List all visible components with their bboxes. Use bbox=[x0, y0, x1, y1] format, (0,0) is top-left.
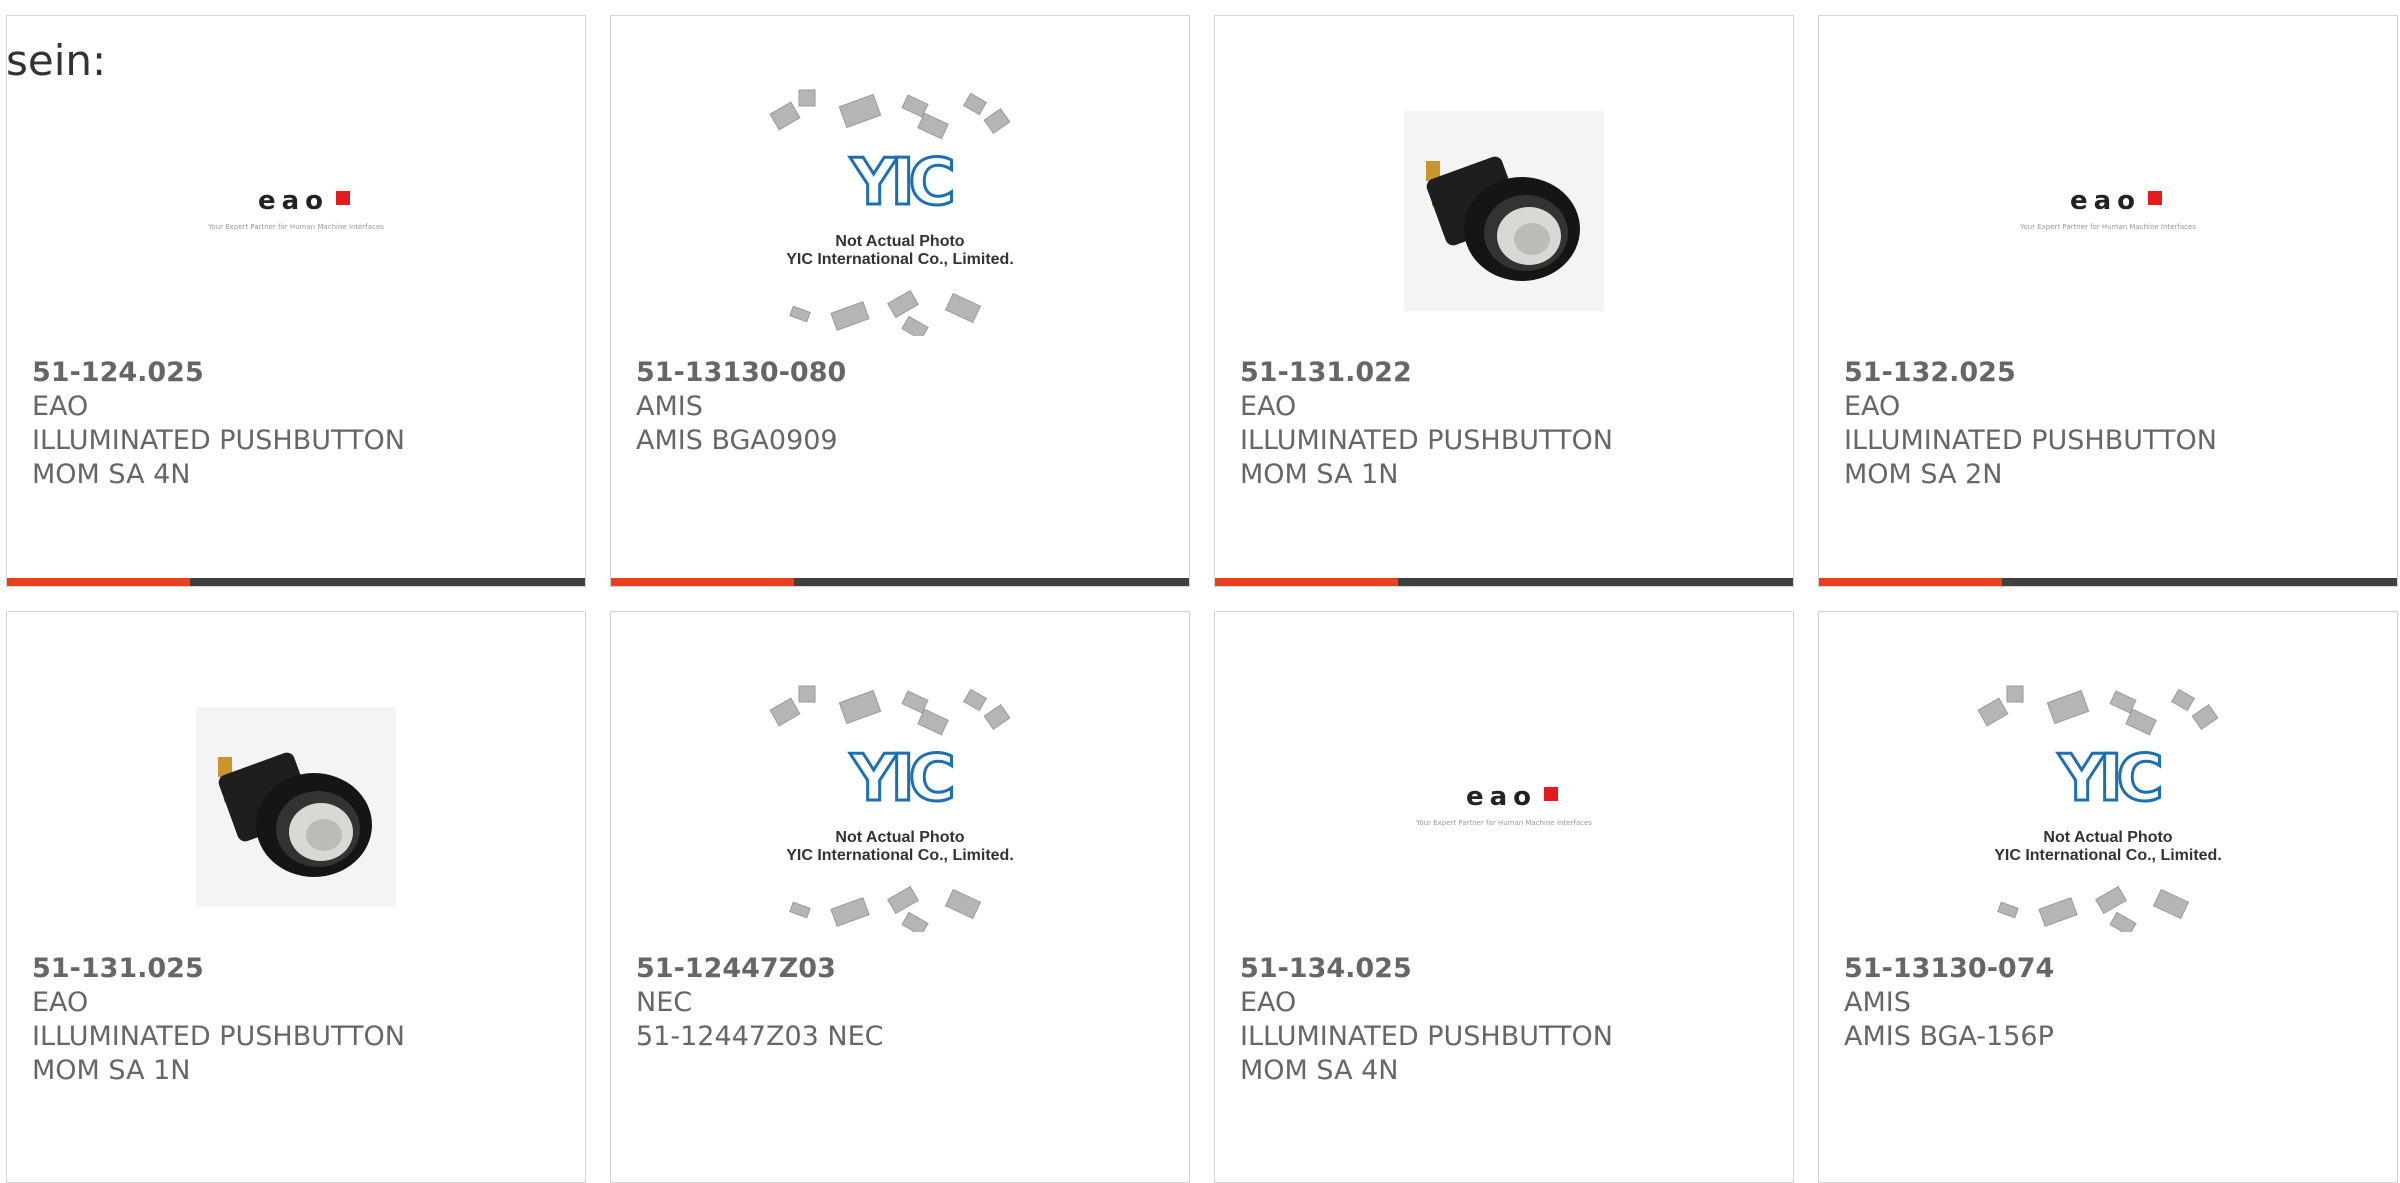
product-image[interactable]: YIC Not Actual Photo YIC International C… bbox=[1819, 672, 2397, 942]
card-bottom-bar bbox=[7, 578, 585, 586]
eao-logo-icon: eao Your Expert Partner for Human Machin… bbox=[1415, 782, 1592, 827]
product-image[interactable] bbox=[7, 672, 585, 942]
product-card[interactable]: eao Your Expert Partner for Human Machin… bbox=[6, 15, 586, 587]
svg-text:Not Actual Photo: Not Actual Photo bbox=[835, 829, 964, 846]
svg-text:Your Expert Partner for Human: Your Expert Partner for Human Machine In… bbox=[1415, 819, 1592, 827]
part-number[interactable]: 51-13130-080 bbox=[636, 356, 846, 390]
svg-text:Not Actual Photo: Not Actual Photo bbox=[2043, 829, 2172, 846]
manufacturer: NEC bbox=[636, 987, 693, 1018]
product-image[interactable] bbox=[1215, 76, 1793, 346]
product-image[interactable]: YIC Not Actual Photo YIC International C… bbox=[611, 672, 1189, 942]
description-line-1: AMIS BGA0909 bbox=[636, 425, 838, 456]
product-info: 51-13130-074 AMIS AMIS BGA-156P bbox=[1844, 952, 2054, 1054]
description-line-1: ILLUMINATED PUSHBUTTON bbox=[32, 425, 405, 456]
svg-text:YIC: YIC bbox=[2057, 742, 2159, 816]
manufacturer: EAO bbox=[1240, 987, 1297, 1018]
eao-logo-icon: eao Your Expert Partner for Human Machin… bbox=[2019, 186, 2196, 231]
product-info: 51-124.025 EAO ILLUMINATED PUSHBUTTON MOM S… bbox=[32, 356, 405, 492]
product-info: 51-131.025 EAO ILLUMINATED PUSHBUTTON MOM S… bbox=[32, 952, 405, 1088]
product-info: 51-132.025 EAO ILLUMINATED PUSHBUTTON MOM S… bbox=[1844, 356, 2217, 492]
manufacturer: EAO bbox=[32, 987, 89, 1018]
description-line-2: MOM SA 1N bbox=[32, 1055, 191, 1086]
pushbutton-photo-icon bbox=[196, 707, 396, 907]
manufacturer: EAO bbox=[1240, 391, 1297, 422]
description-line-1: ILLUMINATED PUSHBUTTON bbox=[1240, 425, 1613, 456]
eao-logo-icon: eao Your Expert Partner for Human Machin… bbox=[207, 186, 384, 231]
description-line-1: 51-12447Z03 NEC bbox=[636, 1021, 884, 1052]
product-image[interactable]: eao Your Expert Partner for Human Machin… bbox=[1215, 672, 1793, 942]
svg-text:eao: eao bbox=[258, 186, 329, 216]
manufacturer: EAO bbox=[1844, 391, 1901, 422]
product-card[interactable]: 51-131.022 EAO ILLUMINATED PUSHBUTTON MOM S… bbox=[1214, 15, 1794, 587]
description-line-2: MOM SA 2N bbox=[1844, 459, 2003, 490]
card-accent-bar bbox=[7, 578, 190, 586]
svg-text:Your Expert Partner for Human: Your Expert Partner for Human Machine In… bbox=[2019, 223, 2196, 231]
part-number[interactable]: 51-134.025 bbox=[1240, 952, 1613, 986]
product-card[interactable]: YIC Not Actual Photo YIC International C… bbox=[610, 611, 1190, 1183]
product-grid: eao Your Expert Partner for Human Machin… bbox=[6, 15, 2398, 1183]
svg-text:eao: eao bbox=[2070, 186, 2141, 216]
svg-text:eao: eao bbox=[1466, 782, 1537, 812]
yic-placeholder-icon: YIC Not Actual Photo YIC International C… bbox=[1977, 685, 2222, 932]
yic-placeholder-icon: YIC Not Actual Photo YIC International C… bbox=[769, 685, 1014, 932]
card-accent-bar bbox=[1215, 578, 1398, 586]
description-line-2: MOM SA 4N bbox=[32, 459, 191, 490]
svg-text:YIC: YIC bbox=[849, 742, 951, 816]
manufacturer: AMIS bbox=[1844, 987, 1911, 1018]
product-card[interactable]: YIC Not Actual Photo YIC International C… bbox=[610, 15, 1190, 587]
description-line-1: ILLUMINATED PUSHBUTTON bbox=[1240, 1021, 1613, 1052]
manufacturer: EAO bbox=[32, 391, 89, 422]
product-image[interactable]: eao Your Expert Partner for Human Machin… bbox=[1819, 76, 2397, 346]
product-card[interactable]: YIC Not Actual Photo YIC International C… bbox=[1818, 611, 2398, 1183]
card-accent-bar bbox=[611, 578, 794, 586]
product-card[interactable]: 51-131.025 EAO ILLUMINATED PUSHBUTTON MOM S… bbox=[6, 611, 586, 1183]
description-line-1: ILLUMINATED PUSHBUTTON bbox=[32, 1021, 405, 1052]
pushbutton-photo-icon bbox=[1404, 111, 1604, 311]
svg-text:Your Expert Partner for Human: Your Expert Partner for Human Machine In… bbox=[207, 223, 384, 231]
product-info: 51-131.022 EAO ILLUMINATED PUSHBUTTON MOM S… bbox=[1240, 356, 1613, 492]
product-info: 51-12447Z03 NEC 51-12447Z03 NEC bbox=[636, 952, 884, 1054]
yic-placeholder-icon: YIC Not Actual Photo YIC International C… bbox=[769, 89, 1014, 336]
description-line-2: MOM SA 1N bbox=[1240, 459, 1399, 490]
lead-text: sein: bbox=[6, 36, 107, 85]
part-number[interactable]: 51-132.025 bbox=[1844, 356, 2217, 390]
manufacturer: AMIS bbox=[636, 391, 703, 422]
part-number[interactable]: 51-13130-074 bbox=[1844, 952, 2054, 986]
product-image[interactable]: eao Your Expert Partner for Human Machin… bbox=[7, 76, 585, 346]
product-info: 51-134.025 EAO ILLUMINATED PUSHBUTTON MOM S… bbox=[1240, 952, 1613, 1088]
svg-text:YIC International Co., Limited: YIC International Co., Limited. bbox=[786, 847, 1014, 864]
card-bottom-bar bbox=[1819, 578, 2397, 586]
part-number[interactable]: 51-131.022 bbox=[1240, 356, 1613, 390]
product-info: 51-13130-080 AMIS AMIS BGA0909 bbox=[636, 356, 846, 458]
product-image[interactable]: YIC Not Actual Photo YIC International C… bbox=[611, 76, 1189, 346]
product-card[interactable]: eao Your Expert Partner for Human Machin… bbox=[1818, 15, 2398, 587]
svg-text:Not Actual Photo: Not Actual Photo bbox=[835, 233, 964, 250]
card-accent-bar bbox=[1819, 578, 2002, 586]
card-bottom-bar bbox=[611, 578, 1189, 586]
card-bottom-bar bbox=[1215, 578, 1793, 586]
part-number[interactable]: 51-12447Z03 bbox=[636, 952, 884, 986]
svg-text:YIC International Co., Limited: YIC International Co., Limited. bbox=[1994, 847, 2222, 864]
description-line-1: ILLUMINATED PUSHBUTTON bbox=[1844, 425, 2217, 456]
description-line-2: MOM SA 4N bbox=[1240, 1055, 1399, 1086]
product-card[interactable]: eao Your Expert Partner for Human Machin… bbox=[1214, 611, 1794, 1183]
description-line-1: AMIS BGA-156P bbox=[1844, 1021, 2054, 1052]
part-number[interactable]: 51-124.025 bbox=[32, 356, 405, 390]
svg-text:YIC International Co., Limited: YIC International Co., Limited. bbox=[786, 251, 1014, 268]
part-number[interactable]: 51-131.025 bbox=[32, 952, 405, 986]
svg-text:YIC: YIC bbox=[849, 146, 951, 220]
